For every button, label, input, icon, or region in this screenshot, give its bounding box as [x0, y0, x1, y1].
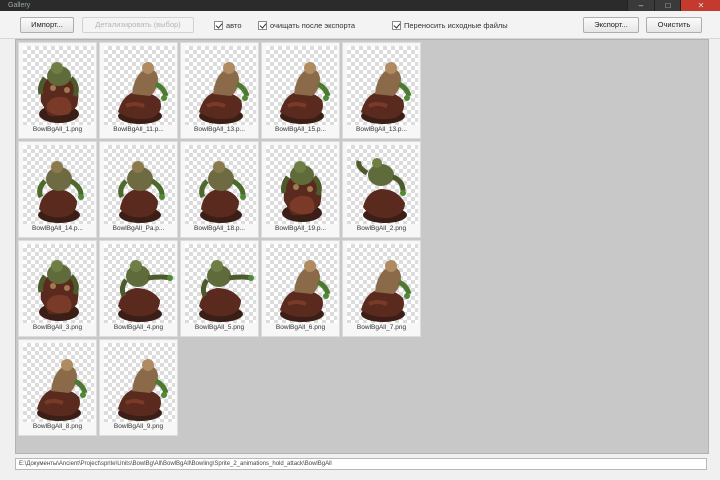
tile-caption: BowlBgAll_4.png — [113, 324, 164, 331]
sprite-thumbnail — [347, 145, 418, 224]
app-window: Gallery – □ ✕ Импорт... Детализировать (… — [0, 0, 720, 480]
orc-sprite-image — [280, 260, 331, 322]
checkbox-check-icon — [258, 21, 267, 30]
tile-caption: BowlBgAll_19.p... — [275, 225, 326, 232]
gallery-tile[interactable]: BowlBgAll_6.png — [261, 240, 340, 337]
orc-sprite-image — [118, 62, 169, 124]
orc-sprite-image — [37, 359, 88, 421]
orc-sprite-image — [37, 161, 84, 223]
sprite-thumbnail — [23, 145, 94, 224]
move-source-label: Переносить исходные файлы — [404, 21, 508, 30]
checkbox-check-icon — [214, 21, 223, 30]
sprite-thumbnail — [266, 46, 337, 125]
tile-caption: BowlBgAll_6.png — [275, 324, 326, 331]
orc-sprite-image — [199, 161, 246, 223]
tile-caption: BowlBgAll_15.p... — [275, 126, 326, 133]
sprite-thumbnail — [23, 244, 94, 323]
sprite-thumbnail — [23, 343, 94, 422]
tile-caption: BowlBgAll_13.p... — [356, 126, 407, 133]
gallery-tile[interactable]: BowlBgAll_19.p... — [261, 141, 340, 238]
gallery-tile[interactable]: BowlBgAll_8.png — [18, 339, 97, 436]
sprite-thumbnail — [185, 244, 256, 323]
clear-button[interactable]: Очистить — [646, 17, 702, 33]
toolbar: Импорт... Детализировать (выбор) авто оч… — [0, 11, 720, 39]
tile-caption: BowlBgAll_14.p... — [32, 225, 83, 232]
clear-after-export-label: очищать после экспорта — [270, 21, 356, 30]
sprite-thumbnail — [104, 244, 175, 323]
minimize-button[interactable]: – — [627, 0, 654, 11]
sprite-thumbnail — [104, 145, 175, 224]
gallery-tile[interactable]: BowlBgAll_Pa.p... — [99, 141, 178, 238]
tile-caption: BowlBgAll_11.p... — [113, 126, 164, 133]
window-title: Gallery — [8, 2, 31, 9]
close-button[interactable]: ✕ — [680, 0, 720, 11]
orc-sprite-image — [361, 62, 412, 124]
orc-sprite-image — [38, 260, 79, 321]
gallery-tile[interactable]: BowlBgAll_13.p... — [180, 42, 259, 139]
sprite-thumbnail — [185, 46, 256, 125]
orc-sprite-image — [38, 62, 79, 123]
orc-sprite-image — [361, 260, 412, 322]
close-icon: ✕ — [697, 1, 705, 10]
tile-caption: BowlBgAll_1.png — [32, 126, 83, 133]
auto-checkbox-label: авто — [226, 21, 242, 30]
gallery-tile[interactable]: BowlBgAll_2.png — [342, 141, 421, 238]
gallery-tile[interactable]: BowlBgAll_15.p... — [261, 42, 340, 139]
sprite-thumbnail — [347, 244, 418, 323]
orc-sprite-image — [118, 359, 169, 421]
maximize-button[interactable]: □ — [654, 0, 681, 11]
tile-caption: BowlBgAll_13.p... — [194, 126, 245, 133]
gallery-tile[interactable]: BowlBgAll_11.p... — [99, 42, 178, 139]
move-source-checkbox[interactable]: Переносить исходные файлы — [392, 19, 508, 32]
image-gallery[interactable]: BowlBgAll_1.png BowlBgAll_11.p... BowlBgAl… — [15, 39, 709, 454]
gallery-tile[interactable]: BowlBgAll_4.png — [99, 240, 178, 337]
orc-sprite-image — [199, 260, 254, 322]
path-statusbar: E:\Документы\Ancient\Project\sprite\Unit… — [15, 458, 707, 470]
tile-caption: BowlBgAll_Pa.p... — [112, 225, 165, 232]
detail-button: Детализировать (выбор) — [82, 17, 194, 33]
sprite-thumbnail — [23, 46, 94, 125]
orc-sprite-image — [118, 161, 165, 223]
tile-caption: BowlBgAll_8.png — [32, 423, 83, 430]
sprite-thumbnail — [347, 46, 418, 125]
minimize-icon: – — [638, 1, 644, 10]
sprite-thumbnail — [104, 46, 175, 125]
sprite-thumbnail — [266, 244, 337, 323]
tile-caption: BowlBgAll_2.png — [356, 225, 407, 232]
gallery-tile[interactable]: BowlBgAll_1.png — [18, 42, 97, 139]
gallery-tile[interactable]: BowlBgAll_18.p... — [180, 141, 259, 238]
maximize-icon: □ — [665, 1, 671, 10]
export-button[interactable]: Экспорт... — [583, 17, 639, 33]
tile-caption: BowlBgAll_9.png — [113, 423, 164, 430]
gallery-tile[interactable]: BowlBgAll_14.p... — [18, 141, 97, 238]
sprite-thumbnail — [104, 343, 175, 422]
gallery-tile[interactable]: BowlBgAll_9.png — [99, 339, 178, 436]
sprite-thumbnail — [266, 145, 337, 224]
title-bar: Gallery – □ ✕ — [0, 0, 720, 11]
import-button[interactable]: Импорт... — [20, 17, 74, 33]
tile-caption: BowlBgAll_5.png — [194, 324, 245, 331]
orc-sprite-image — [199, 62, 250, 124]
tile-caption: BowlBgAll_18.p... — [194, 225, 245, 232]
auto-checkbox[interactable]: авто — [214, 19, 242, 32]
orc-sprite-image — [118, 260, 173, 322]
gallery-tile[interactable]: BowlBgAll_13.p... — [342, 42, 421, 139]
orc-sprite-image — [356, 158, 407, 223]
tile-caption: BowlBgAll_7.png — [356, 324, 407, 331]
orc-sprite-image — [280, 62, 331, 124]
sprite-thumbnail — [185, 145, 256, 224]
gallery-tile[interactable]: BowlBgAll_7.png — [342, 240, 421, 337]
gallery-tile[interactable]: BowlBgAll_3.png — [18, 240, 97, 337]
tile-caption: BowlBgAll_3.png — [32, 324, 83, 331]
orc-sprite-image — [281, 161, 322, 222]
gallery-tile[interactable]: BowlBgAll_5.png — [180, 240, 259, 337]
clear-after-export-checkbox[interactable]: очищать после экспорта — [258, 19, 355, 32]
checkbox-check-icon — [392, 21, 401, 30]
